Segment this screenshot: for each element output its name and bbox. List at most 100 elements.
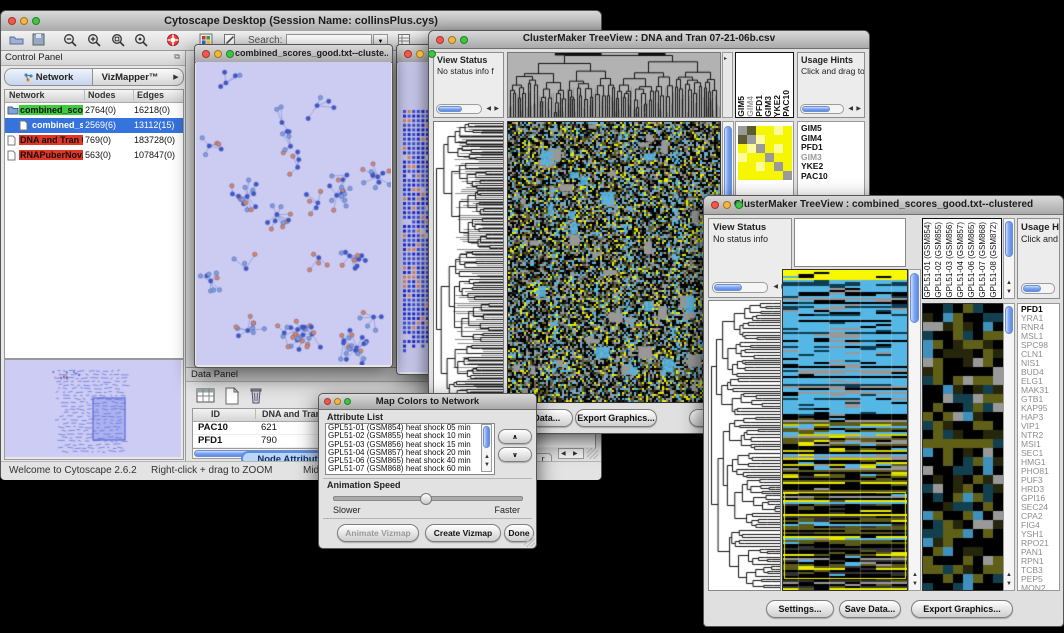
dialog-resize-grip[interactable] — [524, 536, 535, 547]
tab-overflow-arrow[interactable]: ▶ — [169, 69, 183, 85]
minimize-button[interactable] — [334, 398, 341, 405]
zoom-button[interactable] — [428, 50, 436, 58]
tv2-collabel-vscrollbar[interactable]: ▲▼ — [1003, 218, 1015, 299]
main-window-resize-grip[interactable] — [587, 448, 598, 459]
row-value: 621 — [261, 422, 277, 433]
network-edges-count: 16218(0) — [134, 105, 170, 115]
mini-heatmap-cell — [765, 135, 774, 144]
close-button[interactable] — [711, 201, 719, 209]
tv1-mini-heatmap[interactable] — [738, 126, 792, 180]
create-vizmap-button[interactable]: Create Vizmap — [425, 524, 501, 542]
zoom-button[interactable] — [226, 50, 234, 58]
close-button[interactable] — [8, 17, 16, 25]
tab-network[interactable]: Network — [5, 69, 93, 85]
network-table-row[interactable]: combined_scores2764(0)16218(0) — [5, 103, 183, 118]
network-edges-count: 107847(0) — [134, 150, 175, 160]
minimize-button[interactable] — [448, 36, 456, 44]
tv2-export-graphics-button[interactable]: Export Graphics... — [911, 600, 1013, 618]
mini-heatmap-cell — [756, 135, 765, 144]
tv2-column-label: GPL51-07 (GSM868) — [978, 222, 989, 298]
tv1-heatmap[interactable] — [507, 121, 721, 403]
tv2-column-label: GPL51-03 (GSM856) — [945, 222, 956, 298]
zoom-in-icon[interactable] — [87, 33, 102, 48]
row-id: PAC10 — [198, 422, 228, 433]
data-col-id[interactable]: ID — [211, 409, 220, 419]
tv2-settings-button[interactable]: Settings... — [766, 600, 834, 618]
network-overview-panel[interactable] — [4, 359, 184, 460]
zoom-button[interactable] — [344, 398, 351, 405]
close-button[interactable] — [202, 50, 210, 58]
col-header-nodes[interactable]: Nodes — [84, 90, 116, 100]
tv1-gene-label[interactable]: PAC10 — [801, 172, 864, 182]
network-tab-icon — [24, 73, 33, 82]
data-table-hscroll-arrows[interactable]: ◀▶ — [558, 448, 584, 459]
delete-attribute-icon[interactable] — [248, 386, 264, 405]
col-header-edges[interactable]: Edges — [133, 90, 164, 100]
tv2-zoom-vscrollbar[interactable]: ▲▼ — [1003, 303, 1015, 591]
zoom-button[interactable] — [735, 201, 743, 209]
tv1-status-hscrollbar[interactable] — [436, 104, 482, 114]
tv1-row-dendrogram[interactable] — [433, 121, 504, 403]
slider-slower-label: Slower — [333, 505, 361, 515]
zoom-out-icon[interactable] — [63, 33, 78, 48]
select-attributes-icon[interactable] — [196, 387, 216, 405]
animation-speed-slider[interactable] — [333, 496, 523, 501]
move-down-button[interactable]: ∨ — [498, 447, 532, 462]
tv1-hints-hscrollbar[interactable] — [800, 104, 844, 114]
help-lifesaver-icon[interactable] — [166, 33, 181, 48]
tv2-save-data-button[interactable]: Save Data... — [839, 600, 901, 618]
zoom-selected-icon[interactable] — [111, 33, 126, 48]
save-icon[interactable] — [32, 33, 46, 47]
network-table-row[interactable]: RNAPuberNov2+|563(0)107847(0) — [5, 148, 183, 163]
tv2-hints-hscrollbar[interactable] — [1021, 283, 1055, 294]
network-table-row[interactable]: combined_sco2569(6)13112(15) — [5, 118, 183, 133]
tv1-column-label: PAC10 — [781, 90, 790, 117]
tv1-export-graphics-button[interactable]: Export Graphics... — [575, 409, 657, 427]
minimize-button[interactable] — [416, 50, 424, 58]
attribute-list-item[interactable]: GPL51-07 (GSM868) heat shock 60 min — [326, 465, 494, 473]
minimize-button[interactable] — [723, 201, 731, 209]
open-file-icon[interactable] — [9, 33, 24, 47]
tv2-zoom-heatmap[interactable] — [922, 303, 1004, 591]
new-attribute-icon[interactable] — [224, 387, 240, 405]
tv2-column-tree-area[interactable] — [794, 218, 906, 267]
slider-thumb[interactable] — [420, 493, 432, 505]
move-up-button[interactable]: ∧ — [498, 429, 532, 444]
float-panel-icon[interactable]: ⧉ — [174, 52, 180, 62]
network-view1-title: combined_scores_good.txt--cluste... — [235, 48, 388, 58]
tv1-column-dendrogram[interactable] — [507, 52, 721, 118]
close-button[interactable] — [324, 398, 331, 405]
document-icon — [7, 135, 16, 148]
tv2-column-label: GPL51-08 (GSM872) — [989, 222, 1000, 298]
tab-vizmapper-label: VizMapper™ — [102, 72, 159, 83]
tv1-usage-hints-title: Usage Hints — [798, 53, 864, 65]
tv1-column-labels: GIM5GIM4PFD1GIM3YKE2PAC10 — [735, 52, 794, 118]
close-button[interactable] — [404, 50, 412, 58]
attribute-list-vscrollbar[interactable]: ▲▼ — [481, 424, 492, 472]
zoom-fit-icon[interactable] — [134, 33, 149, 48]
tv2-global-heatmap[interactable] — [782, 269, 908, 591]
mini-heatmap-cell — [774, 126, 783, 135]
main-titlebar[interactable]: Cytoscape Desktop (Session Name: collins… — [1, 11, 601, 32]
zoom-button[interactable] — [460, 36, 468, 44]
mini-heatmap-cell — [765, 162, 774, 171]
mini-heatmap-cell — [738, 153, 747, 162]
tv1-col-scroll-strip[interactable]: ▸ — [722, 52, 733, 118]
animate-vizmap-button[interactable]: Animate Vizmap — [337, 524, 419, 542]
close-button[interactable] — [436, 36, 444, 44]
minimize-button[interactable] — [20, 17, 28, 25]
map-colors-dialog: Map Colors to Network Attribute List GPL… — [318, 393, 537, 549]
control-panel-tabs: Network VizMapper™ ▶ — [4, 68, 184, 86]
tv2-gene-label[interactable]: MON2 — [1021, 584, 1059, 591]
minimize-button[interactable] — [214, 50, 222, 58]
zoom-button[interactable] — [32, 17, 40, 25]
tv2-status-hscrollbar[interactable] — [712, 282, 768, 293]
tv1-column-label: YKE2 — [772, 95, 781, 117]
network-nodes-count: 563(0) — [85, 150, 111, 160]
network-table-row[interactable]: DNA and Tran 07769(0)183728(0) — [5, 133, 183, 148]
tv2-global-vscrollbar[interactable]: ▲▼ — [908, 269, 921, 591]
col-header-network[interactable]: Network — [9, 90, 45, 100]
tv2-row-dendrogram[interactable] — [708, 300, 781, 591]
network-canvas[interactable] — [196, 62, 391, 365]
tab-vizmapper[interactable]: VizMapper™ — [93, 69, 167, 85]
